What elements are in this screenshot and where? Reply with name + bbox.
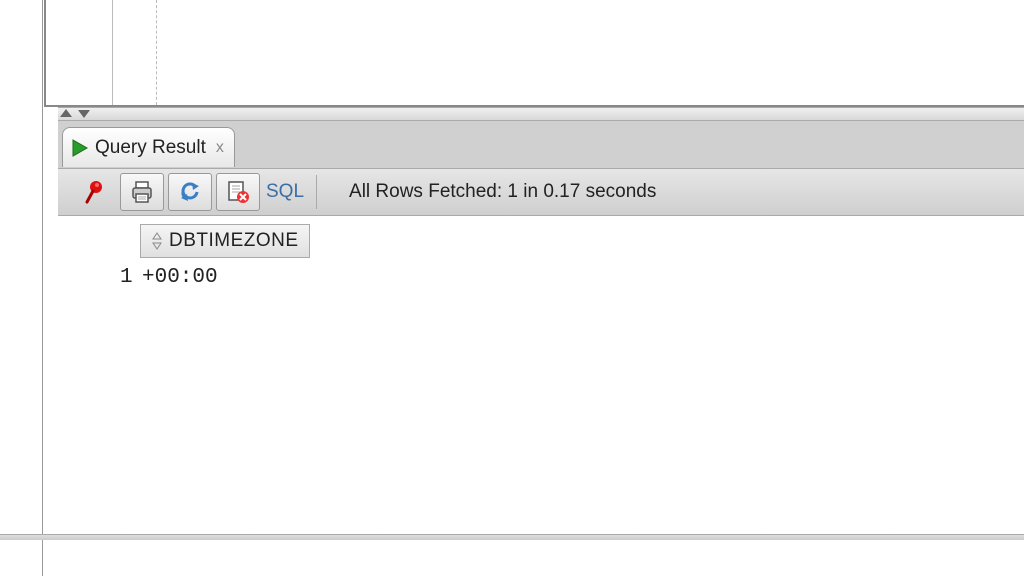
row-number: 1 bbox=[120, 266, 133, 289]
cancel-button[interactable] bbox=[216, 173, 260, 211]
tab-title: Query Result bbox=[95, 137, 206, 159]
collapse-up-icon[interactable] bbox=[60, 109, 72, 117]
left-panel: ons bbox=[0, 0, 43, 576]
refresh-button[interactable] bbox=[168, 173, 212, 211]
column-header-text: DBTIMEZONE bbox=[169, 230, 299, 252]
cell-value[interactable]: +00:00 bbox=[142, 266, 218, 289]
toolbar-separator bbox=[316, 175, 317, 209]
result-grid: DBTIMEZONE 1 +00:00 bbox=[58, 216, 1024, 576]
column-header[interactable]: DBTIMEZONE bbox=[140, 224, 310, 258]
collapse-bar[interactable] bbox=[58, 107, 1024, 121]
sort-icon bbox=[151, 232, 163, 250]
bottom-divider bbox=[0, 534, 1024, 540]
editor-gutter bbox=[59, 0, 113, 105]
left-partial-text: ons bbox=[0, 352, 1, 374]
close-icon[interactable]: x bbox=[216, 139, 224, 157]
print-button[interactable] bbox=[120, 173, 164, 211]
editor-margin bbox=[156, 0, 157, 105]
play-icon bbox=[71, 138, 89, 158]
sql-button[interactable]: SQL bbox=[266, 181, 304, 203]
collapse-down-icon[interactable] bbox=[78, 110, 90, 118]
pin-button[interactable] bbox=[72, 173, 116, 211]
tab-area: Query Result x bbox=[58, 121, 1024, 171]
result-toolbar: SQL All Rows Fetched: 1 in 0.17 seconds bbox=[58, 168, 1024, 216]
query-result-tab[interactable]: Query Result x bbox=[62, 127, 235, 167]
status-text: All Rows Fetched: 1 in 0.17 seconds bbox=[349, 181, 656, 203]
editor-area[interactable] bbox=[44, 0, 1024, 107]
